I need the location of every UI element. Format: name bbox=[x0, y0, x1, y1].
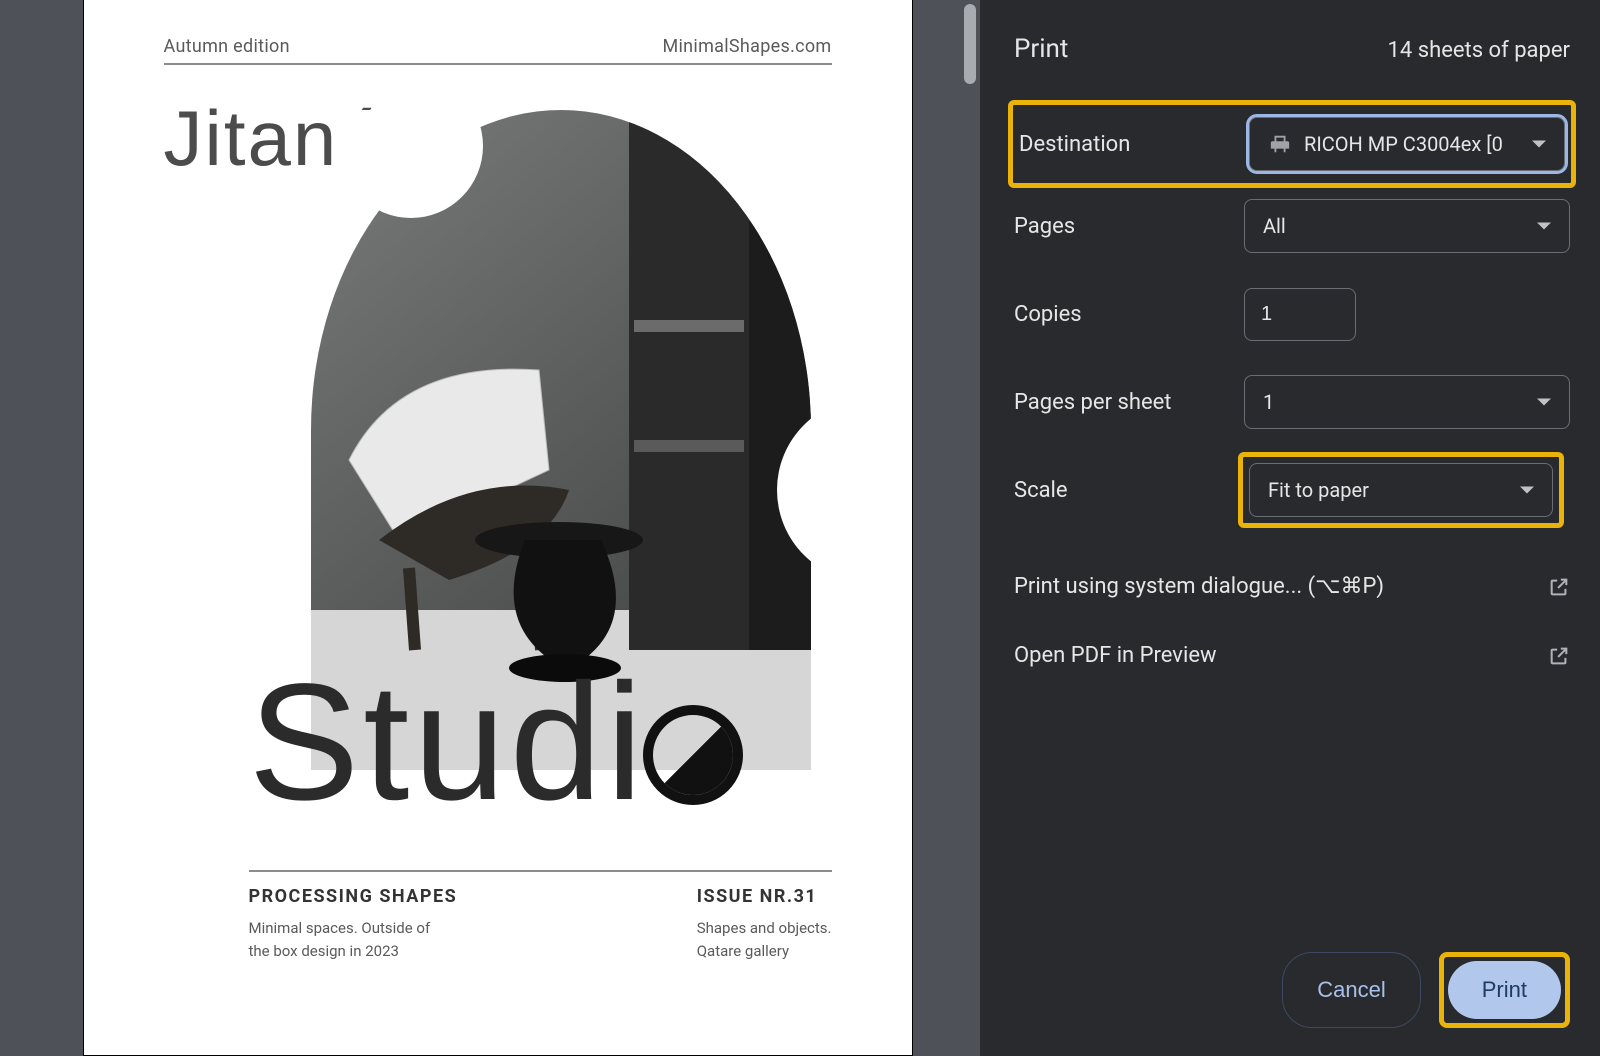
page-header-bar: Autumn edition MinimalShapes.com bbox=[164, 36, 832, 65]
destination-label: Destination bbox=[1019, 132, 1249, 157]
system-dialogue-text: Print using system dialogue... (⌥⌘P) bbox=[1014, 574, 1384, 599]
destination-row: Destination RICOH MP C3004ex [0 bbox=[1008, 100, 1576, 188]
scrollbar-thumb[interactable] bbox=[964, 4, 976, 84]
sheet-count: 14 sheets of paper bbox=[1388, 38, 1570, 63]
page-header-left: Autumn edition bbox=[164, 36, 290, 57]
scale-label: Scale bbox=[1014, 478, 1244, 503]
copies-label: Copies bbox=[1014, 302, 1244, 327]
studio-o-icon bbox=[643, 705, 743, 805]
preview-footer-block: PROCESSING SHAPES Minimal spaces. Outsid… bbox=[249, 870, 832, 962]
pages-per-sheet-row: Pages per sheet 1 bbox=[1014, 358, 1570, 446]
chevron-down-icon bbox=[1537, 399, 1551, 406]
studio-text: Studi bbox=[249, 650, 647, 835]
print-options-panel: Print 14 sheets of paper Destination RIC… bbox=[980, 0, 1600, 1056]
system-dialogue-link[interactable]: Print using system dialogue... (⌥⌘P) bbox=[1014, 552, 1570, 621]
printer-icon bbox=[1268, 133, 1292, 155]
pages-select[interactable]: All bbox=[1244, 199, 1570, 253]
destination-value: RICOH MP C3004ex [0 bbox=[1304, 132, 1503, 156]
issue-title: ISSUE NR.31 bbox=[697, 886, 832, 907]
preview-page: Autumn edition MinimalShapes.com Jitané bbox=[83, 0, 913, 1056]
processing-line-1: Minimal spaces. Outside of bbox=[249, 917, 458, 940]
pages-per-sheet-select[interactable]: 1 bbox=[1244, 375, 1570, 429]
pages-label: Pages bbox=[1014, 214, 1244, 239]
print-dialog-app: Autumn edition MinimalShapes.com Jitané bbox=[0, 0, 1600, 1056]
copies-input[interactable] bbox=[1244, 288, 1356, 341]
pages-row: Pages All bbox=[1014, 182, 1570, 270]
panel-footer: Cancel Print bbox=[1014, 952, 1570, 1032]
destination-select[interactable]: RICOH MP C3004ex [0 bbox=[1249, 117, 1565, 171]
page-header-right: MinimalShapes.com bbox=[662, 36, 831, 57]
processing-shapes-block: PROCESSING SHAPES Minimal spaces. Outsid… bbox=[249, 886, 458, 962]
pages-value: All bbox=[1263, 214, 1286, 238]
cancel-button[interactable]: Cancel bbox=[1282, 952, 1420, 1028]
print-button-highlight: Print bbox=[1439, 952, 1570, 1028]
issue-block: ISSUE NR.31 Shapes and objects. Qatare g… bbox=[697, 886, 832, 962]
print-button[interactable]: Print bbox=[1448, 961, 1561, 1019]
open-preview-text: Open PDF in Preview bbox=[1014, 643, 1217, 668]
scale-select[interactable]: Fit to paper bbox=[1249, 463, 1553, 517]
panel-title: Print bbox=[1014, 34, 1068, 64]
issue-line-2: Qatare gallery bbox=[697, 940, 832, 963]
preview-scrollbar[interactable] bbox=[960, 0, 980, 1056]
copies-row: Copies bbox=[1014, 270, 1570, 358]
issue-line-1: Shapes and objects. bbox=[697, 917, 832, 940]
chevron-down-icon bbox=[1537, 223, 1551, 230]
processing-line-2: the box design in 2023 bbox=[249, 940, 458, 963]
processing-title: PROCESSING SHAPES bbox=[249, 886, 458, 907]
panel-header: Print 14 sheets of paper bbox=[1014, 34, 1570, 64]
external-link-icon bbox=[1548, 645, 1570, 667]
open-preview-link[interactable]: Open PDF in Preview bbox=[1014, 621, 1570, 690]
scale-row: Scale Fit to paper bbox=[1014, 446, 1570, 534]
scale-value: Fit to paper bbox=[1268, 478, 1369, 502]
external-link-icon bbox=[1548, 576, 1570, 598]
chevron-down-icon bbox=[1532, 141, 1546, 148]
studio-wordmark: Studi bbox=[249, 660, 743, 826]
pages-per-sheet-label: Pages per sheet bbox=[1014, 390, 1244, 415]
chevron-down-icon bbox=[1520, 487, 1534, 494]
print-preview-pane: Autumn edition MinimalShapes.com Jitané bbox=[0, 0, 960, 1056]
pages-per-sheet-value: 1 bbox=[1263, 390, 1274, 414]
